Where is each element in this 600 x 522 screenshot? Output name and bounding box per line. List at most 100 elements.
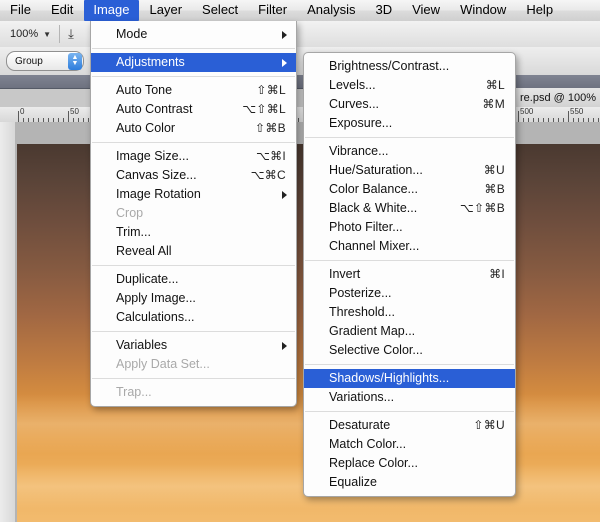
menubar-item-edit[interactable]: Edit (42, 0, 82, 21)
adjustments-item-hue-saturation[interactable]: Hue/Saturation... ⌘U (304, 161, 515, 180)
menubar-item-view[interactable]: View (403, 0, 449, 21)
menu-item-label: Image Size... (116, 149, 189, 163)
image-menu-item-adjustments[interactable]: Adjustments (91, 53, 296, 72)
chevron-down-icon[interactable]: ▼ (43, 30, 51, 39)
adjustments-item-threshold[interactable]: Threshold... (304, 303, 515, 322)
adjustments-item-replace-color[interactable]: Replace Color... (304, 454, 515, 473)
menu-separator (305, 137, 514, 138)
image-menu-item-variables[interactable]: Variables (91, 336, 296, 355)
menubar-item-layer[interactable]: Layer (141, 0, 192, 21)
menubar-item-analysis[interactable]: Analysis (298, 0, 364, 21)
zoom-field[interactable]: 100% ▼ (0, 28, 51, 40)
image-menu-item-canvas-size[interactable]: Canvas Size... ⌥⌘C (91, 166, 296, 185)
adjustments-item-color-balance[interactable]: Color Balance... ⌘B (304, 180, 515, 199)
document-tab[interactable]: re.psd @ 100% (511, 88, 600, 108)
adjustments-item-equalize[interactable]: Equalize (304, 473, 515, 492)
adjustments-item-shadows-highlights[interactable]: Shadows/Highlights... (304, 369, 515, 388)
menu-item-label: Channel Mixer... (329, 239, 420, 253)
menu-item-shortcut: ⌘M (482, 97, 505, 111)
menubar-item-image[interactable]: Image (84, 0, 139, 21)
menu-item-label: Brightness/Contrast... (329, 59, 450, 73)
adjustments-item-channel-mixer[interactable]: Channel Mixer... (304, 237, 515, 256)
adjustments-item-gradient-map[interactable]: Gradient Map... (304, 322, 515, 341)
menubar-item-select[interactable]: Select (193, 0, 247, 21)
menubar-item-window[interactable]: Window (451, 0, 515, 21)
stepper-down-icon[interactable]: ▼ (72, 60, 79, 67)
image-menu-item-duplicate[interactable]: Duplicate... (91, 270, 296, 289)
menubar-item-filter[interactable]: Filter (249, 0, 296, 21)
menu-separator (305, 411, 514, 412)
group-dropdown-value: Group (15, 55, 43, 67)
adjustments-submenu[interactable]: Brightness/Contrast... Levels... ⌘L Curves.… (303, 52, 516, 497)
menubar-item-file[interactable]: File (1, 0, 40, 21)
image-menu-item-image-size[interactable]: Image Size... ⌥⌘I (91, 147, 296, 166)
adjustments-item-vibrance[interactable]: Vibrance... (304, 142, 515, 161)
adjustments-item-exposure[interactable]: Exposure... (304, 114, 515, 133)
menu-item-shortcut: ⌘B (484, 182, 505, 196)
menu-item-label: Gradient Map... (329, 324, 416, 338)
adjustments-item-selective-color[interactable]: Selective Color... (304, 341, 515, 360)
photoshop-window: File Edit Image Layer Select Filter Analysis 3D… (0, 0, 600, 522)
menu-item-label: Variables (116, 338, 168, 352)
vertical-ruler (0, 122, 16, 522)
divider (59, 25, 61, 43)
zoom-value: 100% (10, 28, 39, 40)
menu-item-shortcut: ⌥⇧⌘L (242, 102, 286, 116)
menu-separator (92, 378, 295, 379)
menu-item-label: Selective Color... (329, 343, 423, 357)
adjustments-item-variations[interactable]: Variations... (304, 388, 515, 407)
adjustments-item-curves[interactable]: Curves... ⌘M (304, 95, 515, 114)
menu-item-label: Duplicate... (116, 272, 179, 286)
adjustments-item-invert[interactable]: Invert ⌘I (304, 265, 515, 284)
stepper-control[interactable]: ▲ ▼ (68, 52, 82, 70)
adjustments-item-brightness-contrast[interactable]: Brightness/Contrast... (304, 57, 515, 76)
ruler-label: 0 (20, 107, 25, 116)
menu-item-label: Adjustments (116, 55, 185, 69)
adjustments-item-desaturate[interactable]: Desaturate ⇧⌘U (304, 416, 515, 435)
menu-item-label: Color Balance... (329, 182, 418, 196)
menu-item-shortcut: ⌥⇧⌘B (459, 201, 505, 215)
image-menu-item-auto-color[interactable]: Auto Color ⇧⌘B (91, 119, 296, 138)
menu-item-label: Exposure... (329, 116, 393, 130)
menubar-item-help[interactable]: Help (517, 0, 562, 21)
menu-item-label: Canvas Size... (116, 168, 197, 182)
menu-item-shortcut: ⌘I (489, 267, 505, 281)
submenu-arrow-icon (282, 58, 287, 67)
image-menu-item-mode[interactable]: Mode (91, 25, 296, 44)
menu-item-label: Auto Contrast (116, 102, 193, 116)
menubar-item-3d[interactable]: 3D (366, 0, 401, 21)
adjustments-item-posterize[interactable]: Posterize... (304, 284, 515, 303)
menu-separator (92, 48, 295, 49)
image-menu-item-image-rotation[interactable]: Image Rotation (91, 185, 296, 204)
menu-item-label: Calculations... (116, 310, 195, 324)
menu-item-label: Levels... (329, 78, 376, 92)
image-menu-item-auto-tone[interactable]: Auto Tone ⇧⌘L (91, 81, 296, 100)
menu-item-label: Apply Image... (116, 291, 196, 305)
menu-item-label: Auto Tone (116, 83, 173, 97)
menu-separator (305, 260, 514, 261)
menu-item-label: Apply Data Set... (116, 357, 210, 371)
adjustments-item-levels[interactable]: Levels... ⌘L (304, 76, 515, 95)
menu-item-label: Threshold... (329, 305, 396, 319)
menu-separator (92, 331, 295, 332)
image-menu-item-trim[interactable]: Trim... (91, 223, 296, 242)
menu-item-label: Hue/Saturation... (329, 163, 423, 177)
group-dropdown[interactable]: Group ▲ ▼ (6, 51, 84, 71)
image-menu-item-auto-contrast[interactable]: Auto Contrast ⌥⇧⌘L (91, 100, 296, 119)
adjustments-item-match-color[interactable]: Match Color... (304, 435, 515, 454)
document-tab-label: re.psd @ 100% (520, 91, 596, 104)
ruler-label: 50 (70, 107, 79, 116)
image-menu-item-trap: Trap... (91, 383, 296, 402)
image-menu-item-calculations[interactable]: Calculations... (91, 308, 296, 327)
menu-item-label: Trap... (116, 385, 152, 399)
menu-item-label: Vibrance... (329, 144, 389, 158)
menu-separator (92, 265, 295, 266)
image-menu-item-apply-image[interactable]: Apply Image... (91, 289, 296, 308)
image-menu-dropdown[interactable]: Mode Adjustments Auto Tone ⇧⌘L Auto Contrast… (90, 21, 297, 407)
submenu-arrow-icon (282, 341, 287, 350)
ruler-label: 500 (520, 107, 534, 116)
arrow-down-icon[interactable]: ⤓ (68, 26, 74, 42)
adjustments-item-photo-filter[interactable]: Photo Filter... (304, 218, 515, 237)
adjustments-item-black-white[interactable]: Black & White... ⌥⇧⌘B (304, 199, 515, 218)
image-menu-item-reveal-all[interactable]: Reveal All (91, 242, 296, 261)
